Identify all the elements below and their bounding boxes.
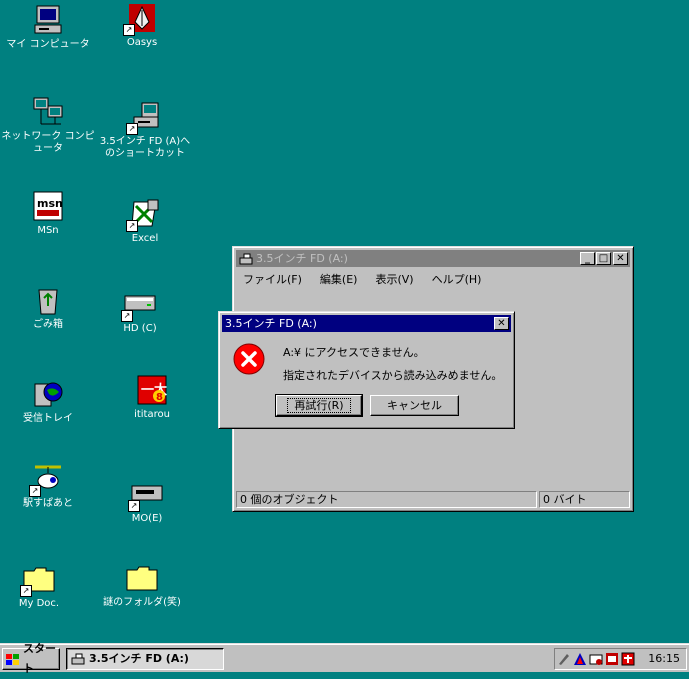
ime-tray-icon[interactable] <box>573 652 587 666</box>
input-mode-tray-icon[interactable] <box>605 652 619 666</box>
desktop-icon-label: MSn <box>37 225 59 236</box>
desktop-icon-label: ごみ箱 <box>33 319 63 330</box>
desktop-icon-fd-shortcut[interactable]: ↗ 3.5インチ FD (A)へ のショートカット <box>97 101 193 160</box>
ekisupa-heli-icon: ↗ <box>29 463 65 497</box>
oasys-pen-icon: ↗ <box>123 2 159 36</box>
folder-icon <box>125 562 159 594</box>
taskbar-item-label: 3.5インチ FD (A:) <box>89 652 189 665</box>
taskbar-item-fd[interactable]: 3.5インチ FD (A:) <box>66 648 224 670</box>
desktop-icon-excel[interactable]: ↗ Excel <box>97 198 193 245</box>
desktop-icon-label: Oasys <box>126 37 158 48</box>
shortcut-arrow-icon: ↗ <box>20 585 32 597</box>
maximize-button[interactable]: □ <box>596 252 611 265</box>
desktop-icon-oasys[interactable]: ↗ Oasys <box>94 2 190 49</box>
shortcut-arrow-icon: ↗ <box>126 123 138 135</box>
retry-button-label: 再試行(R) <box>287 398 351 413</box>
error-message-line-2: 指定されたデバイスから読み込みめません。 <box>283 369 503 382</box>
desktop-icon-ititarou[interactable]: 一太 8 ititarou <box>104 374 200 421</box>
inbox-globe-icon <box>31 378 65 410</box>
desktop-icon-label: ネットワーク コンピュータ <box>1 131 95 154</box>
desktop-icon-nazo-folder[interactable]: 謎のフォルダ(笑) <box>94 562 190 609</box>
msn-icon: msn <box>31 190 65 222</box>
taskbar: スタート 3.5インチ FD (A:) 16:15 <box>0 642 689 675</box>
retry-button[interactable]: 再試行(R) <box>275 394 363 417</box>
menu-help[interactable]: ヘルプ(H) <box>430 270 484 288</box>
excel-icon: ↗ <box>126 198 162 232</box>
folder-icon: ↗ <box>20 563 56 597</box>
windows-logo-icon <box>6 653 20 665</box>
shortcut-arrow-icon: ↗ <box>123 24 135 36</box>
desktop-icon-label: 駅すぱあと <box>23 498 73 509</box>
dialog-titlebar[interactable]: 3.5インチ FD (A:) ✕ <box>222 315 511 332</box>
error-dialog[interactable]: 3.5インチ FD (A:) ✕ A:¥ にアクセスできません。 指定されたデバ… <box>218 311 515 429</box>
menu-edit[interactable]: 編集(E) <box>318 270 360 288</box>
desktop-icon-label: My Doc. <box>18 598 60 609</box>
desktop-icon-ekisupa[interactable]: ↗ 駅すぱあと <box>0 463 96 510</box>
desktop-icon-label: 受信トレイ <box>23 413 73 424</box>
desktop-icon-label: HD (C) <box>123 323 157 334</box>
explorer-titlebar[interactable]: 3.5インチ FD (A:) _ □ ✕ <box>236 250 630 267</box>
ichitaro-icon: 一太 8 <box>135 374 169 406</box>
desktop-icon-label: MO(E) <box>131 513 163 524</box>
desktop-icon-my-computer[interactable]: マイ コンピュータ <box>0 4 96 51</box>
desktop-icon-label: ititarou <box>134 409 170 420</box>
clock[interactable]: 16:15 <box>648 649 680 669</box>
floppy-drive-icon: ↗ <box>126 101 162 135</box>
hard-drive-icon: ↗ <box>121 288 157 322</box>
shortcut-arrow-icon: ↗ <box>121 310 133 322</box>
start-button[interactable]: スタート <box>2 642 60 675</box>
menu-file[interactable]: ファイル(F) <box>241 270 304 288</box>
shortcut-arrow-icon: ↗ <box>128 500 140 512</box>
pen-tray-icon[interactable] <box>557 652 571 666</box>
desktop-icon-mydoc[interactable]: ↗ My Doc. <box>0 563 87 610</box>
shortcut-arrow-icon: ↗ <box>29 485 41 497</box>
desktop-icon-network[interactable]: ネットワーク コンピュータ <box>0 96 96 155</box>
status-size: 0 バイト <box>539 491 630 508</box>
minimize-button[interactable]: _ <box>580 252 595 265</box>
system-tray: 16:15 <box>554 648 687 670</box>
dialog-title: 3.5インチ FD (A:) <box>225 317 317 330</box>
svg-text:8: 8 <box>156 392 163 403</box>
error-message-line-1: A:¥ にアクセスできません。 <box>283 346 425 359</box>
keyboard-tray-icon[interactable] <box>589 652 603 666</box>
computer-icon <box>31 4 65 36</box>
close-button[interactable]: ✕ <box>613 252 628 265</box>
desktop-icon-label: Excel <box>131 233 159 244</box>
start-label: スタート <box>23 642 56 675</box>
error-icon <box>233 343 265 375</box>
menu-bar: ファイル(F) 編集(E) 表示(V) ヘルプ(H) <box>241 270 483 288</box>
desktop-icon-label: マイ コンピュータ <box>6 39 90 50</box>
desktop-icon-inbox[interactable]: 受信トレイ <box>0 378 96 425</box>
network-computer-icon <box>31 96 65 128</box>
dialog-close-button[interactable]: ✕ <box>494 317 509 330</box>
cancel-button[interactable]: キャンセル <box>370 395 459 416</box>
svg-text:msn: msn <box>37 197 63 210</box>
desktop-icon-label: 3.5インチ FD (A)へ のショートカット <box>99 136 191 159</box>
desktop-icon-recycle-bin[interactable]: ごみ箱 <box>0 284 96 331</box>
status-object-count: 0 個のオブジェクト <box>236 491 537 508</box>
ichitaro-tray-icon[interactable] <box>621 652 635 666</box>
floppy-drive-icon <box>71 652 85 665</box>
desktop-icon-label: 謎のフォルダ(笑) <box>103 597 181 608</box>
desktop-icon-mo[interactable]: ↗ MO(E) <box>99 478 195 525</box>
mo-drive-icon: ↗ <box>128 478 164 512</box>
desktop-icon-msn[interactable]: msn MSn <box>0 190 96 237</box>
recycle-bin-icon <box>31 284 65 316</box>
window-title: 3.5インチ FD (A:) <box>256 252 348 265</box>
status-bar: 0 個のオブジェクト 0 バイト <box>236 491 630 508</box>
desktop-icon-hd[interactable]: ↗ HD (C) <box>92 288 188 335</box>
floppy-drive-icon <box>239 253 253 265</box>
menu-view[interactable]: 表示(V) <box>373 270 415 288</box>
shortcut-arrow-icon: ↗ <box>126 220 138 232</box>
